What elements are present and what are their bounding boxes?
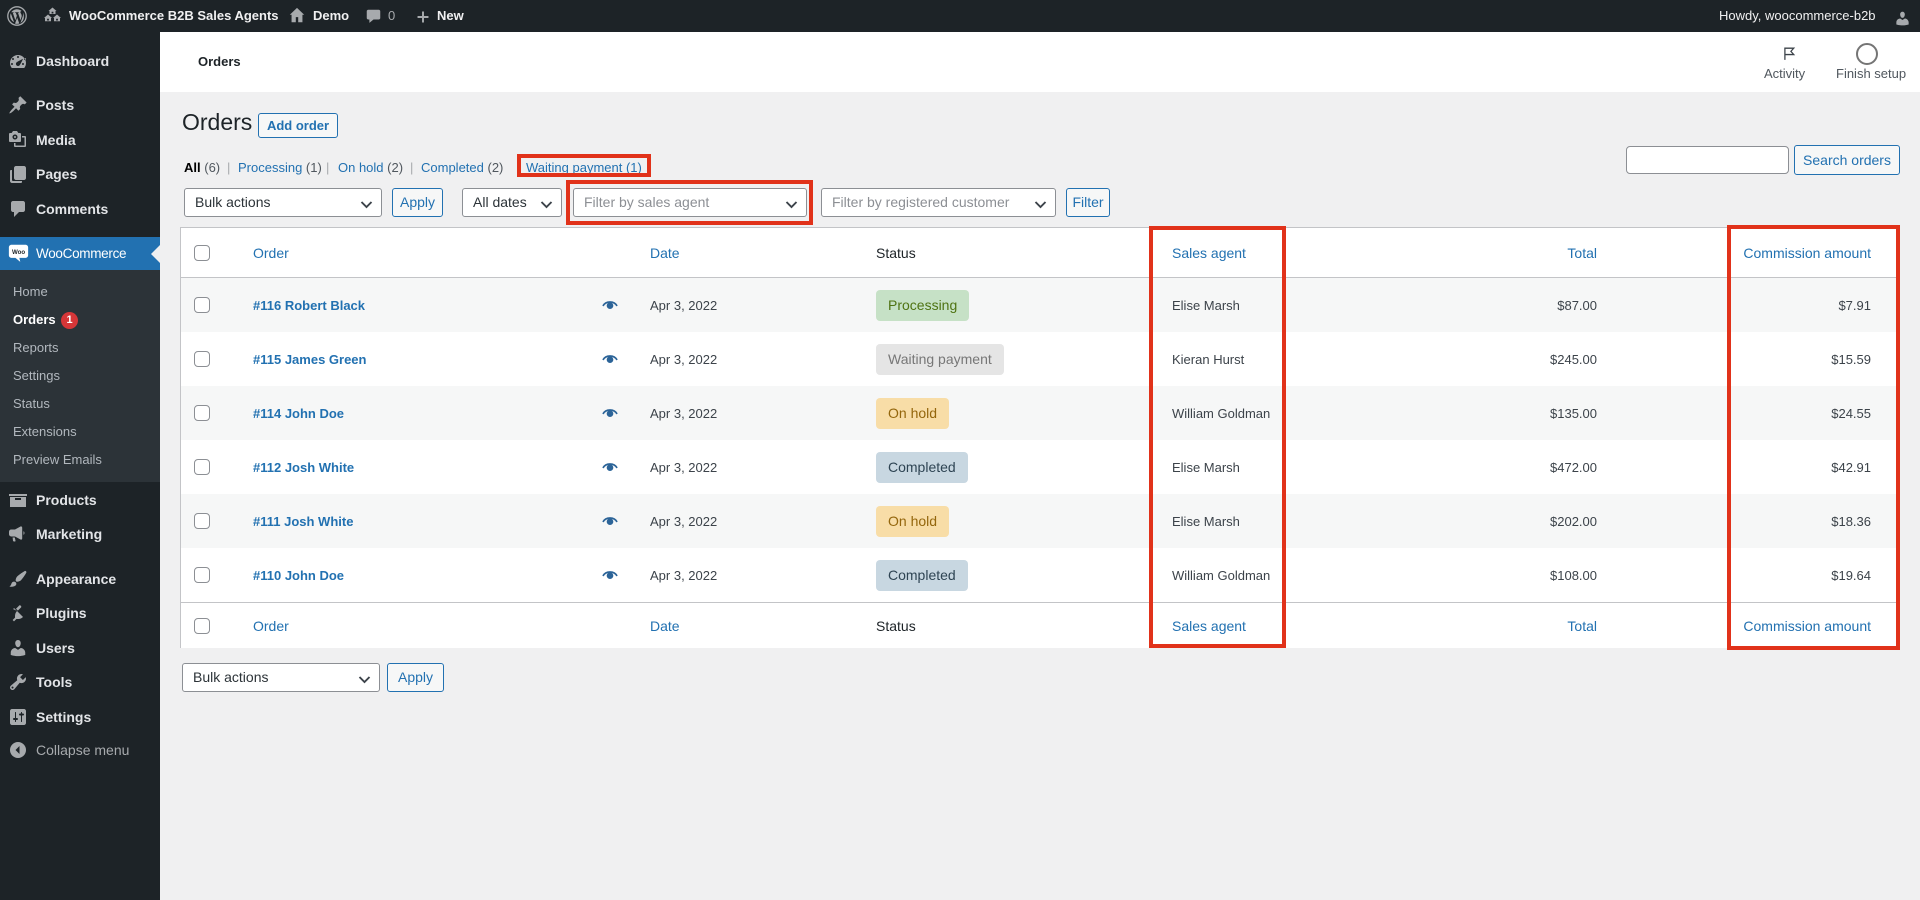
svg-text:Woo: Woo (12, 249, 25, 256)
